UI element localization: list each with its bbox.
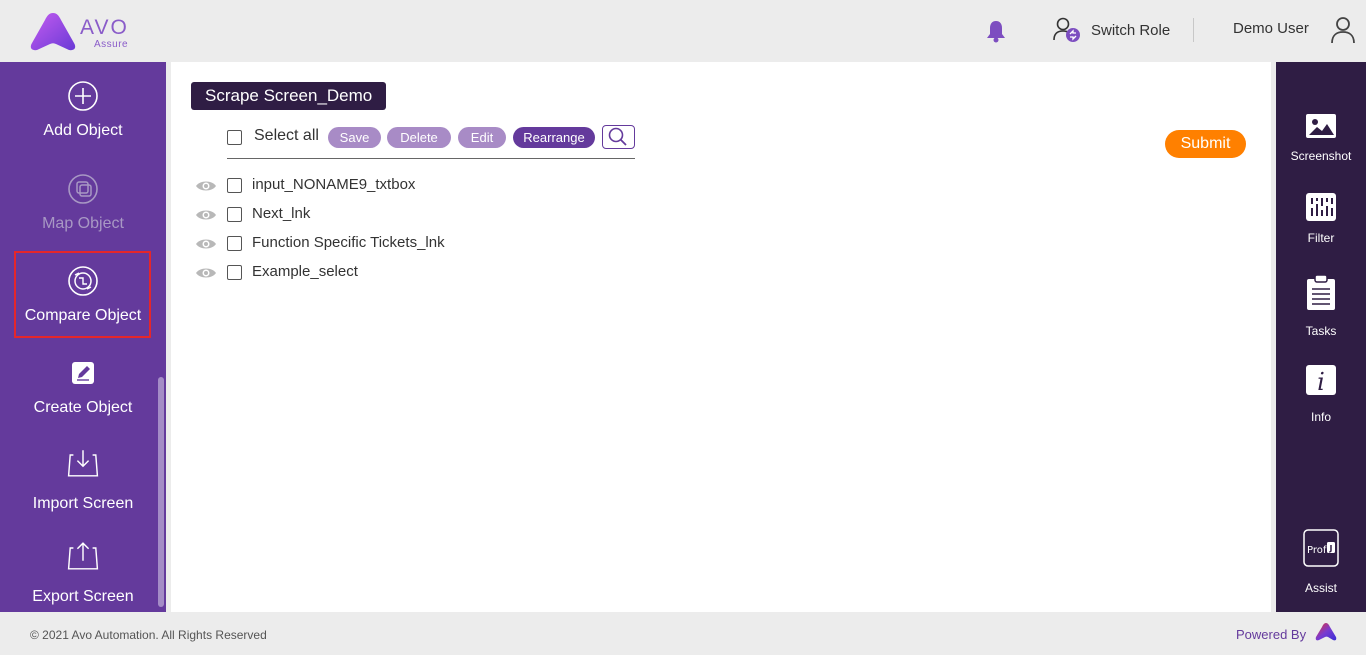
eye-icon[interactable] [195,178,217,194]
svg-text:i: i [1317,368,1325,396]
info-icon: i [1306,365,1336,396]
select-all-label: Select all [254,127,319,144]
delete-button[interactable]: Delete [387,127,451,148]
map-object-icon [68,174,98,204]
object-checkbox[interactable] [227,265,242,280]
info-button[interactable]: i Info [1276,364,1366,424]
rearrange-button[interactable]: Rearrange [513,127,595,148]
export-screen-label: Export Screen [32,588,134,605]
create-object-label: Create Object [33,399,133,416]
notification-bell-icon[interactable] [985,19,1007,43]
switch-role-label: Switch Role [1091,21,1171,39]
logo-text: AVO [80,16,129,39]
filter-label: Filter [1307,231,1335,245]
switch-role-icon [1053,17,1080,42]
assist-button[interactable]: Prof J Assist [1276,529,1366,595]
tasks-button[interactable]: Tasks [1276,275,1366,338]
eye-icon[interactable] [195,207,217,223]
object-row: Example_select [195,262,595,284]
object-row: input_NONAME9_txtbox [195,175,595,197]
edit-button[interactable]: Edit [458,127,506,148]
object-name[interactable]: Next_lnk [252,205,310,222]
user-avatar-icon[interactable] [1330,16,1356,44]
avo-logo[interactable]: AVO Assure [28,10,138,54]
object-toolbar: Select all Save Delete Edit Rearrange [227,125,635,159]
screenshot-label: Screenshot [1290,149,1352,163]
map-object-label: Map Object [42,215,124,232]
export-icon [67,542,99,570]
import-icon [67,450,99,477]
add-object-button[interactable]: Add Object [0,80,166,166]
user-name[interactable]: Demo User [1233,20,1309,37]
import-screen-button[interactable]: Import Screen [0,445,166,531]
eye-icon[interactable] [195,265,217,281]
plus-circle-icon [68,81,98,111]
submit-button[interactable]: Submit [1165,130,1246,158]
info-label: Info [1310,410,1331,424]
right-sidebar: Screenshot Filter Tasks i Info Prof J As… [1276,62,1366,612]
eye-icon[interactable] [195,236,217,252]
logo-subtext: Assure [94,39,129,50]
svg-text:J: J [1329,544,1333,553]
screen-name-tag: Scrape Screen_Demo [191,82,387,110]
clipboard-icon [1307,275,1335,310]
app-header: AVO Assure Switch Role Demo User [0,0,1366,62]
left-sidebar: Add Object Map Object Compare Object Cre… [0,62,166,612]
avo-mini-logo-icon [1315,623,1337,641]
profj-icon: Prof J [1303,529,1339,567]
object-row: Next_lnk [195,204,595,226]
avo-logo-icon [30,13,76,51]
filter-icon [1306,193,1336,221]
object-name[interactable]: Function Specific Tickets_lnk [252,234,445,251]
powered-by-text: Powered By [1236,627,1307,642]
assist-label: Assist [1304,581,1337,595]
object-checkbox[interactable] [227,178,242,193]
header-divider [1193,18,1194,42]
create-object-button[interactable]: Create Object [0,357,166,443]
add-object-label: Add Object [43,122,123,139]
import-screen-label: Import Screen [32,495,134,512]
copyright-text: © 2021 Avo Automation. All Rights Reserv… [30,628,267,642]
compare-object-highlight [14,251,151,338]
search-icon [608,127,627,146]
object-name[interactable]: Example_select [252,263,358,280]
edit-icon [72,362,94,384]
svg-text:Prof: Prof [1307,545,1327,556]
filter-button[interactable]: Filter [1276,192,1366,252]
object-name[interactable]: input_NONAME9_txtbox [252,176,415,193]
sidebar-scrollbar[interactable] [158,377,164,607]
object-row: Function Specific Tickets_lnk [195,233,595,255]
image-icon [1306,114,1336,138]
object-checkbox[interactable] [227,236,242,251]
app-footer: © 2021 Avo Automation. All Rights Reserv… [0,612,1366,655]
select-all-checkbox[interactable] [227,130,242,145]
switch-role-button[interactable]: Switch Role [1052,16,1170,44]
tasks-label: Tasks [1305,324,1337,338]
save-button[interactable]: Save [328,127,381,148]
screenshot-button[interactable]: Screenshot [1276,110,1366,170]
search-button[interactable] [602,125,635,149]
object-checkbox[interactable] [227,207,242,222]
main-panel: Scrape Screen_Demo Select all Save Delet… [171,62,1271,612]
map-object-button[interactable]: Map Object [0,173,166,259]
